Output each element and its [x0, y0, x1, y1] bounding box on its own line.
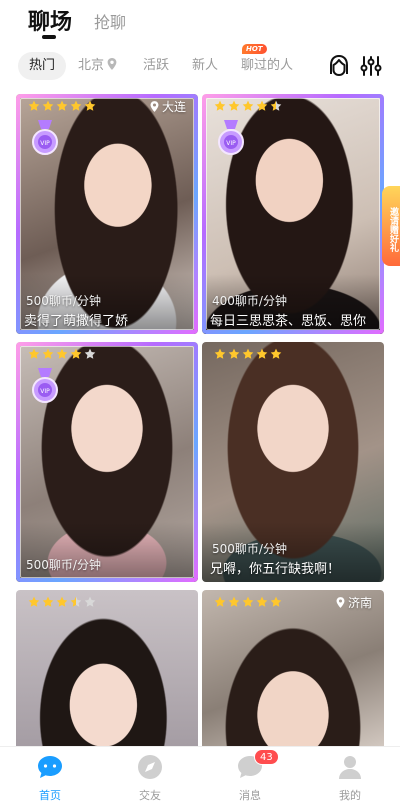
host-location-text: 济南 — [347, 596, 372, 610]
active-tab-indicator — [42, 35, 56, 39]
star-icon — [270, 100, 282, 111]
rating-stars — [214, 100, 282, 112]
star-icon — [42, 100, 54, 111]
nav-messages-label: 消息 — [239, 789, 261, 802]
host-card[interactable] — [16, 590, 198, 750]
star-icon — [70, 100, 82, 111]
star-icon — [256, 348, 268, 359]
filter-active[interactable]: 活跃 — [143, 52, 169, 80]
host-location-text: 大连 — [161, 100, 186, 114]
filter-hot[interactable]: 热门 — [18, 52, 66, 80]
location-pin-icon — [336, 597, 345, 608]
star-icon — [214, 100, 226, 111]
bottom-nav: 首页 交友 43 消息 我的 — [0, 746, 400, 802]
host-card[interactable]: 500聊币/分钟 兄嘚，你五行缺我啊！ — [202, 342, 384, 582]
host-card[interactable]: 大连 VIP 500聊币/分钟 卖得了萌撒得了娇 — [16, 94, 198, 334]
tab-grab-chat[interactable]: 抢聊 — [94, 9, 126, 33]
star-icon — [28, 596, 40, 607]
svg-text:VIP: VIP — [226, 140, 236, 147]
filter-settings-button[interactable] — [358, 52, 384, 80]
sliders-icon — [360, 56, 382, 76]
filter-chatted[interactable]: 聊过的人 — [241, 52, 293, 80]
nav-mine-label: 我的 — [339, 789, 361, 802]
star-icon — [214, 596, 226, 607]
host-location: 济南 — [336, 594, 372, 611]
girl-face-icon — [330, 54, 348, 76]
svg-text:VIP: VIP — [40, 140, 50, 147]
filter-new[interactable]: 新人 — [192, 52, 218, 80]
rating-stars — [28, 596, 96, 608]
star-icon — [28, 100, 40, 111]
person-icon — [339, 756, 361, 779]
invite-gift-button[interactable]: 邀请赠好礼 — [382, 186, 400, 266]
avatar-match-button[interactable] — [326, 52, 352, 80]
star-icon — [256, 100, 268, 111]
star-icon — [70, 596, 82, 607]
star-icon — [270, 596, 282, 607]
star-icon — [56, 348, 68, 359]
location-pin-icon — [150, 101, 159, 112]
star-icon — [84, 100, 96, 111]
top-tab-bar: 聊场 抢聊 — [0, 0, 400, 48]
star-icon — [42, 596, 54, 607]
host-tagline: 兄嘚，你五行缺我啊！ — [210, 562, 341, 577]
host-card[interactable]: VIP 400聊币/分钟 每日三思思茶、思饭、思你 — [202, 94, 384, 334]
host-photo — [16, 590, 198, 750]
svg-text:VIP: VIP — [40, 388, 50, 395]
rating-stars — [214, 348, 282, 360]
nav-social[interactable]: 交友 — [120, 753, 180, 802]
location-pin-icon — [107, 58, 117, 70]
star-icon — [28, 348, 40, 359]
filter-city-label: 北京 — [78, 58, 105, 73]
home-chat-icon — [38, 756, 62, 778]
star-icon — [270, 348, 282, 359]
star-icon — [84, 348, 96, 359]
star-icon — [56, 100, 68, 111]
host-tagline: 每日三思思茶、思饭、思你 — [210, 314, 367, 329]
star-icon — [228, 100, 240, 111]
hot-badge: HOT — [242, 44, 267, 54]
star-icon — [242, 100, 254, 111]
nav-messages[interactable]: 43 消息 — [220, 749, 280, 802]
star-icon — [242, 348, 254, 359]
star-icon — [256, 596, 268, 607]
host-card[interactable]: 济南 — [202, 590, 384, 750]
star-icon — [70, 348, 82, 359]
compass-icon — [138, 755, 162, 779]
rating-stars — [28, 348, 96, 360]
nav-mine[interactable]: 我的 — [320, 753, 380, 802]
vip-medal-icon: VIP — [218, 120, 244, 155]
host-tagline: 卖得了萌撒得了娇 — [24, 314, 129, 329]
star-icon — [214, 348, 226, 359]
star-icon — [242, 596, 254, 607]
host-photo — [202, 590, 384, 750]
star-icon — [84, 596, 96, 607]
unread-badge: 43 — [254, 749, 279, 765]
rating-stars — [28, 100, 96, 112]
star-icon — [42, 348, 54, 359]
filter-bar: 热门 北京 活跃 新人 聊过的人 HOT — [0, 44, 400, 84]
price-per-minute: 500聊币/分钟 — [26, 294, 101, 308]
price-per-minute: 500聊币/分钟 — [26, 558, 101, 572]
rating-stars — [214, 596, 282, 608]
star-icon — [228, 348, 240, 359]
card-shade — [16, 522, 198, 582]
price-per-minute: 500聊币/分钟 — [212, 542, 287, 556]
vip-medal-icon: VIP — [32, 368, 58, 403]
star-icon — [56, 596, 68, 607]
vip-medal-icon: VIP — [32, 120, 58, 155]
nav-home-label: 首页 — [39, 789, 61, 802]
star-icon — [228, 596, 240, 607]
tab-chat-room[interactable]: 聊场 — [28, 4, 72, 36]
host-card[interactable]: VIP 500聊币/分钟 — [16, 342, 198, 582]
nav-social-label: 交友 — [139, 789, 161, 802]
nav-home[interactable]: 首页 — [20, 753, 80, 802]
filter-city[interactable]: 北京 — [78, 52, 117, 80]
host-location: 大连 — [150, 98, 186, 115]
price-per-minute: 400聊币/分钟 — [212, 294, 287, 308]
